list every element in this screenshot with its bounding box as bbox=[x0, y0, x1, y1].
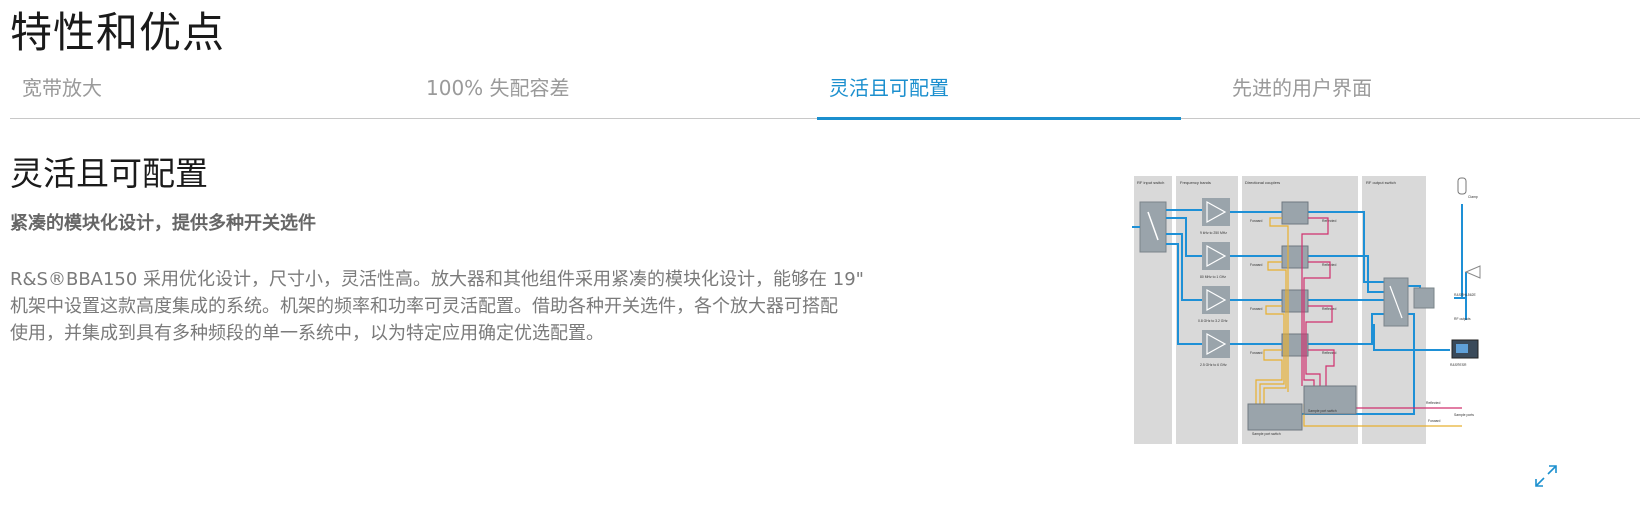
bottom-label-reflected: Reflected bbox=[1426, 401, 1440, 405]
system-block-diagram: RF input switch Frequency bands Directio… bbox=[1132, 176, 1481, 444]
bottom-label-forward: Forward bbox=[1428, 419, 1441, 423]
rf-output-selector bbox=[1413, 287, 1435, 309]
coupler-reflected-label: Reflected bbox=[1322, 307, 1336, 311]
page-title: 特性和优点 bbox=[10, 8, 226, 57]
sample-switch-label: Sample port switch bbox=[1308, 409, 1337, 413]
output-label-rf-outputs: RF outputs bbox=[1454, 317, 1471, 321]
section-body: R&S®BBA150 采用优化设计，尺寸小，灵活性高。放大器和其他组件采用紧凑的… bbox=[10, 266, 910, 347]
column-label-couplers: Directional couplers bbox=[1245, 180, 1280, 185]
bottom-label-sample-ports: Sample ports bbox=[1454, 413, 1474, 417]
band-amplifier-3 bbox=[1202, 286, 1230, 314]
coupler-forward-label: Forward bbox=[1250, 307, 1263, 311]
section-heading: 灵活且可配置 bbox=[10, 154, 208, 193]
band-amplifier-1 bbox=[1202, 198, 1230, 226]
expand-icon[interactable] bbox=[1532, 462, 1560, 490]
band-label: 9 kHz to 250 MHz bbox=[1200, 231, 1227, 235]
sample-switch-label: Sample port switch bbox=[1252, 432, 1281, 436]
column-label-rf-input: RF input switch bbox=[1137, 180, 1164, 185]
coupler-forward-label: Forward bbox=[1250, 219, 1263, 223]
output-label-clamp: Clamp bbox=[1468, 195, 1478, 199]
tab-flexible-configurable[interactable]: 灵活且可配置 bbox=[817, 62, 1181, 120]
tab-broadband-amplification[interactable]: 宽带放大 bbox=[10, 62, 414, 117]
section-subheading: 紧凑的模块化设计，提供多种开关选件 bbox=[10, 213, 316, 234]
output-label-hl562e: R&S®HL562E bbox=[1454, 293, 1476, 297]
band-label: 2.5 GHz to 6 GHz bbox=[1200, 363, 1227, 367]
band-amplifier-4 bbox=[1202, 330, 1230, 358]
coupler-reflected-label: Reflected bbox=[1322, 219, 1336, 223]
clamp-device bbox=[1457, 177, 1467, 195]
body-line: 使用，并集成到具有多种频段的单一系统中，以为特定应用确定优选配置。 bbox=[10, 323, 604, 344]
band-amplifier-2 bbox=[1202, 242, 1230, 270]
tab-mismatch-tolerance[interactable]: 100% 失配容差 bbox=[414, 62, 818, 117]
esr-receiver-screen bbox=[1456, 344, 1468, 353]
band-label: 80 MHz to 1 GHz bbox=[1200, 275, 1226, 279]
column-label-frequency-bands: Frequency bands bbox=[1180, 180, 1211, 185]
column-label-rf-output: RF output switch bbox=[1366, 180, 1396, 185]
body-line: 机架中设置这款高度集成的系统。机架的频率和功率可灵活配置。借助各种开关选件，各个… bbox=[10, 296, 838, 317]
coupler-forward-label: Forward bbox=[1250, 351, 1263, 355]
band-label: 0.8 GHz to 3.2 GHz bbox=[1198, 319, 1228, 323]
coupler-reflected-label: Reflected bbox=[1322, 263, 1336, 267]
tab-bar: 宽带放大 100% 失配容差 灵活且可配置 先进的用户界面 bbox=[10, 62, 1640, 120]
sample-port-switch-forward bbox=[1247, 403, 1303, 431]
coupler-forward-label: Forward bbox=[1250, 263, 1263, 267]
tab-advanced-ui[interactable]: 先进的用户界面 bbox=[1220, 62, 1640, 117]
output-label-esr: R&S®ESR bbox=[1450, 363, 1467, 367]
antenna-device bbox=[1464, 265, 1481, 279]
body-line: R&S®BBA150 采用优化设计，尺寸小，灵活性高。放大器和其他组件采用紧凑的… bbox=[10, 269, 864, 290]
